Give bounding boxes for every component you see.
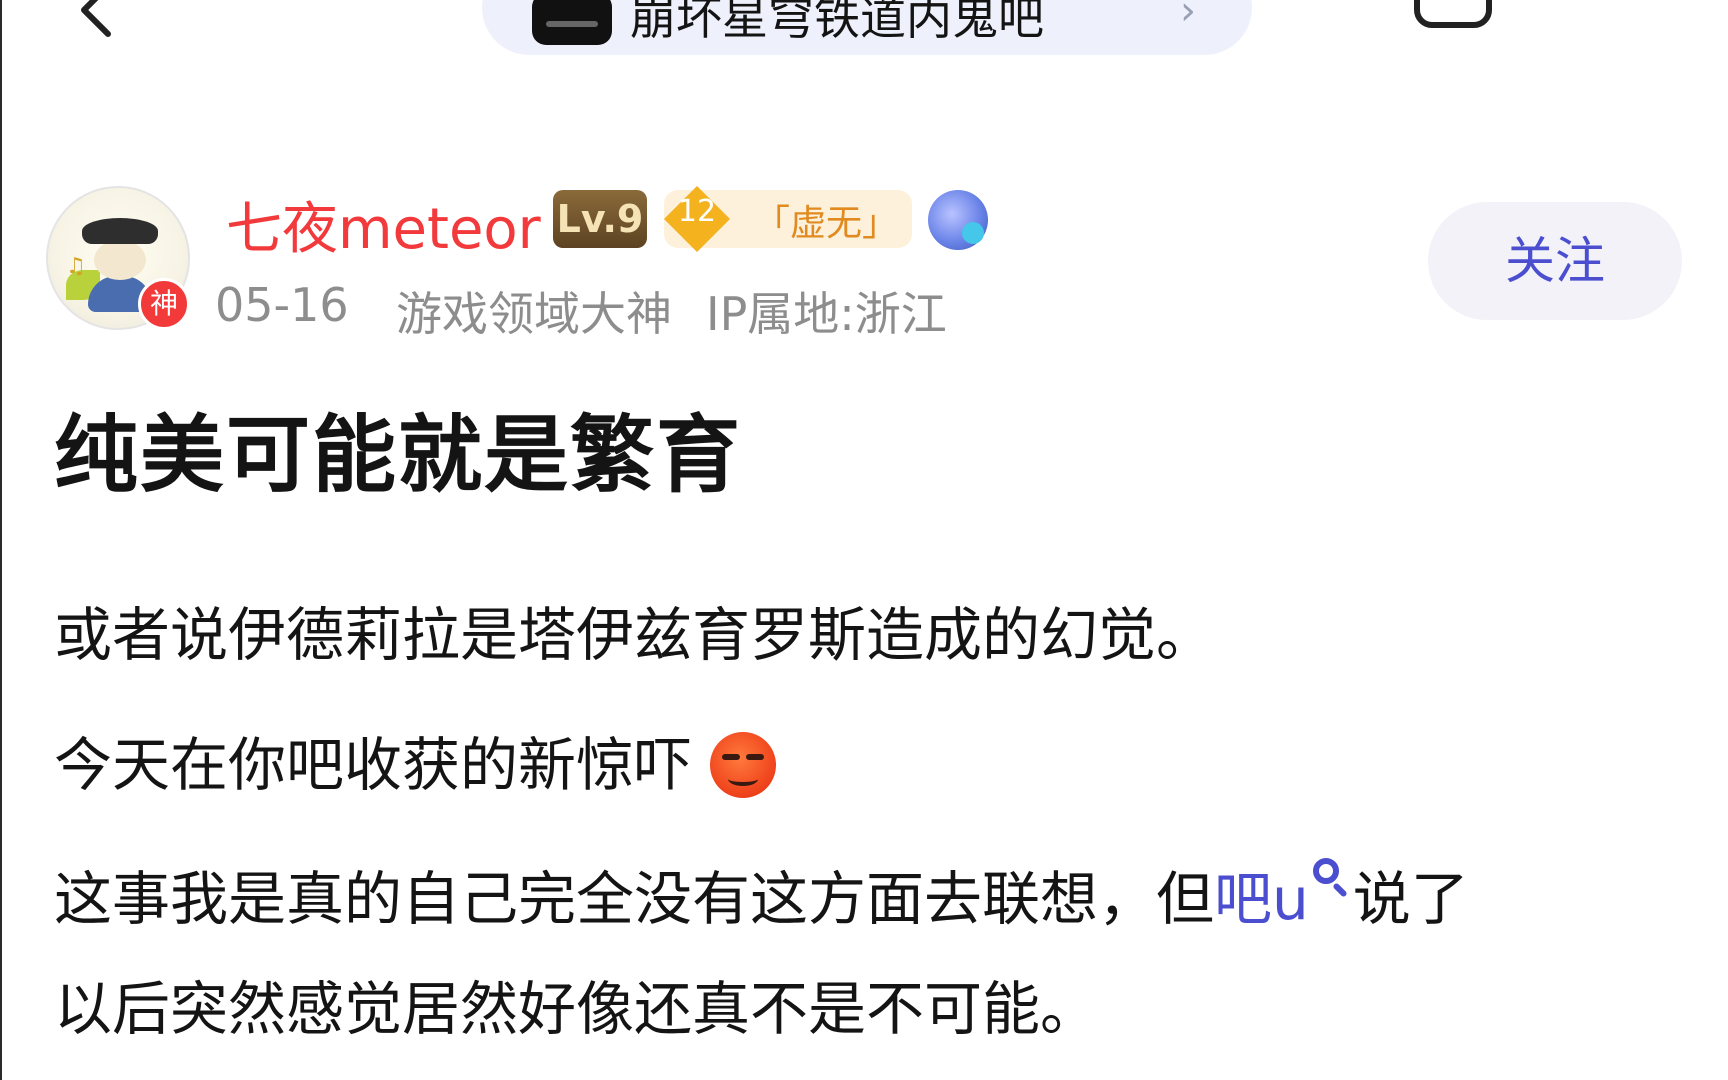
rank-number: 12 (677, 194, 717, 229)
post-paragraph: 或者说伊德莉拉是塔伊兹育罗斯造成的幻觉。 (54, 601, 1215, 669)
author-name[interactable]: 七夜meteor (226, 184, 541, 265)
god-badge: 神 (138, 278, 190, 330)
forum-logo-icon (532, 0, 612, 45)
post-paragraph: 这事我是真的自己完全没有这方面去联想，但吧u 说了 (54, 852, 1469, 936)
forum-header-pill[interactable]: 崩坏星穹铁道内鬼吧 › (482, 0, 1252, 55)
paragraph-text: 今天在你吧收获的新惊吓 (54, 731, 693, 799)
follow-button[interactable]: 关注 (1428, 202, 1682, 320)
search-icon[interactable] (1311, 852, 1351, 900)
search-link[interactable]: 吧u (1214, 865, 1309, 933)
rank-title: 「虚无」 (754, 203, 899, 244)
ip-location: IP属地:浙江 (706, 287, 947, 341)
paragraph-text: 说了 (1352, 865, 1469, 933)
chevron-right-icon: › (1180, 0, 1196, 34)
post-date: 05-16 (215, 278, 349, 332)
rank-badge: 12 「虚无」 (664, 186, 912, 252)
forum-name: 崩坏星穹铁道内鬼吧 (630, 0, 1044, 45)
smirk-emoji-icon (710, 731, 777, 798)
back-arrow-icon[interactable] (68, 0, 128, 40)
post-paragraph: 今天在你吧收获的新惊吓 (54, 718, 777, 802)
paragraph-text: 这事我是真的自己完全没有这方面去联想，但 (54, 865, 1215, 933)
share-icon[interactable] (1414, 0, 1492, 28)
post-paragraph: 以后突然感觉居然好像还真不是不可能。 (54, 975, 1099, 1043)
level-badge: Lv.9 (553, 190, 647, 248)
author-title-tag: 游戏领域大神 (396, 287, 672, 341)
post-title: 纯美可能就是繁育 (54, 406, 743, 504)
character-badge-icon (928, 190, 988, 250)
left-edge (0, 0, 2, 1080)
